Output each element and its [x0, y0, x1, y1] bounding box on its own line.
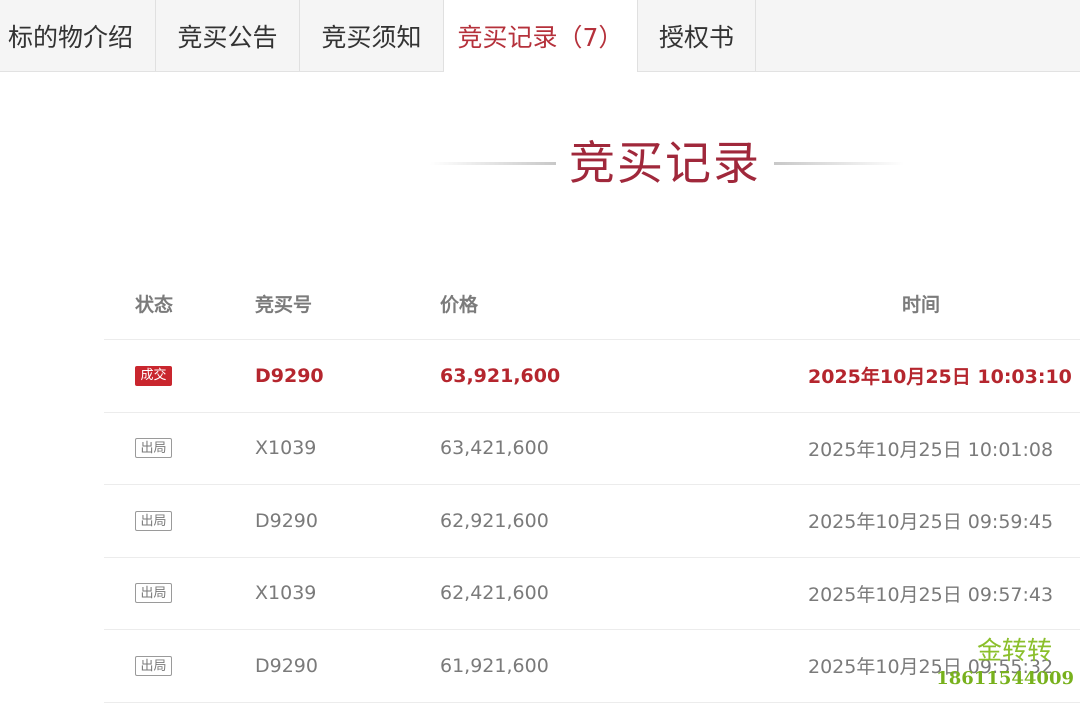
bid-records-table: 状态 竞买号 价格 时间 成交 D9290 63,921,600 2025年10…: [104, 268, 1080, 703]
status-badge-out: 出局: [135, 438, 172, 459]
time-cell: 2025年10月25日 10:01:08: [808, 438, 1054, 461]
price-cell: 61,921,600: [440, 654, 549, 677]
status-badge-out: 出局: [135, 655, 172, 676]
table-row: 出局 D9290 62,921,600 2025年10月25日 09:59:45: [104, 485, 1080, 558]
status-cell: 成交: [135, 340, 215, 412]
table-row: 出局 X1039 62,421,600 2025年10月25日 09:57:43: [104, 558, 1080, 630]
tab-bidding-rules[interactable]: 竞买须知: [300, 0, 444, 71]
time-cell: 2025年10月25日 10:03:10: [808, 366, 1072, 389]
tab-bar: 标的物介绍 竞买公告 竞买须知 竞买记录（7） 授权书: [0, 0, 1080, 72]
status-cell: 出局: [135, 630, 215, 702]
status-badge-out: 出局: [135, 510, 172, 531]
header-status: 状态: [135, 294, 174, 316]
bid-no-cell: X1039: [255, 437, 317, 460]
tab-authorization[interactable]: 授权书: [638, 0, 756, 71]
header-bid-no: 竞买号: [255, 294, 313, 316]
status-cell: 出局: [135, 558, 215, 630]
title-divider-left: [430, 162, 556, 165]
bid-no-cell: D9290: [255, 509, 318, 532]
table-row: 出局 X1039 63,421,600 2025年10月25日 10:01:08: [104, 413, 1080, 485]
header-time: 时间: [902, 294, 941, 316]
status-cell: 出局: [135, 485, 215, 557]
tab-bid-records[interactable]: 竞买记录（7）: [444, 0, 638, 72]
price-cell: 62,921,600: [440, 509, 549, 532]
price-cell: 62,421,600: [440, 582, 549, 605]
time-cell: 2025年10月25日 09:57:43: [808, 583, 1054, 606]
status-badge-out: 出局: [135, 583, 172, 604]
status-cell: 出局: [135, 413, 215, 485]
section-title: 竞买记录: [569, 136, 761, 190]
title-divider-right: [774, 162, 904, 165]
tab-item-intro[interactable]: 标的物介绍: [0, 0, 156, 71]
table-row: 出局 D9290 61,921,600 2025年10月25日 09:55:32: [104, 630, 1080, 703]
bid-no-cell: D9290: [255, 654, 318, 677]
price-cell: 63,921,600: [440, 364, 561, 387]
tab-auction-notice[interactable]: 竞买公告: [156, 0, 300, 71]
table-header: 状态 竞买号 价格 时间: [104, 268, 1080, 340]
price-cell: 63,421,600: [440, 437, 549, 460]
table-row: 成交 D9290 63,921,600 2025年10月25日 10:03:10: [104, 340, 1080, 413]
time-cell: 2025年10月25日 09:59:45: [808, 511, 1054, 534]
bid-no-cell: X1039: [255, 582, 317, 605]
header-price: 价格: [440, 294, 479, 316]
time-cell: 2025年10月25日 09:55:32: [808, 656, 1054, 679]
bid-no-cell: D9290: [255, 364, 324, 387]
status-badge-deal: 成交: [135, 365, 172, 386]
